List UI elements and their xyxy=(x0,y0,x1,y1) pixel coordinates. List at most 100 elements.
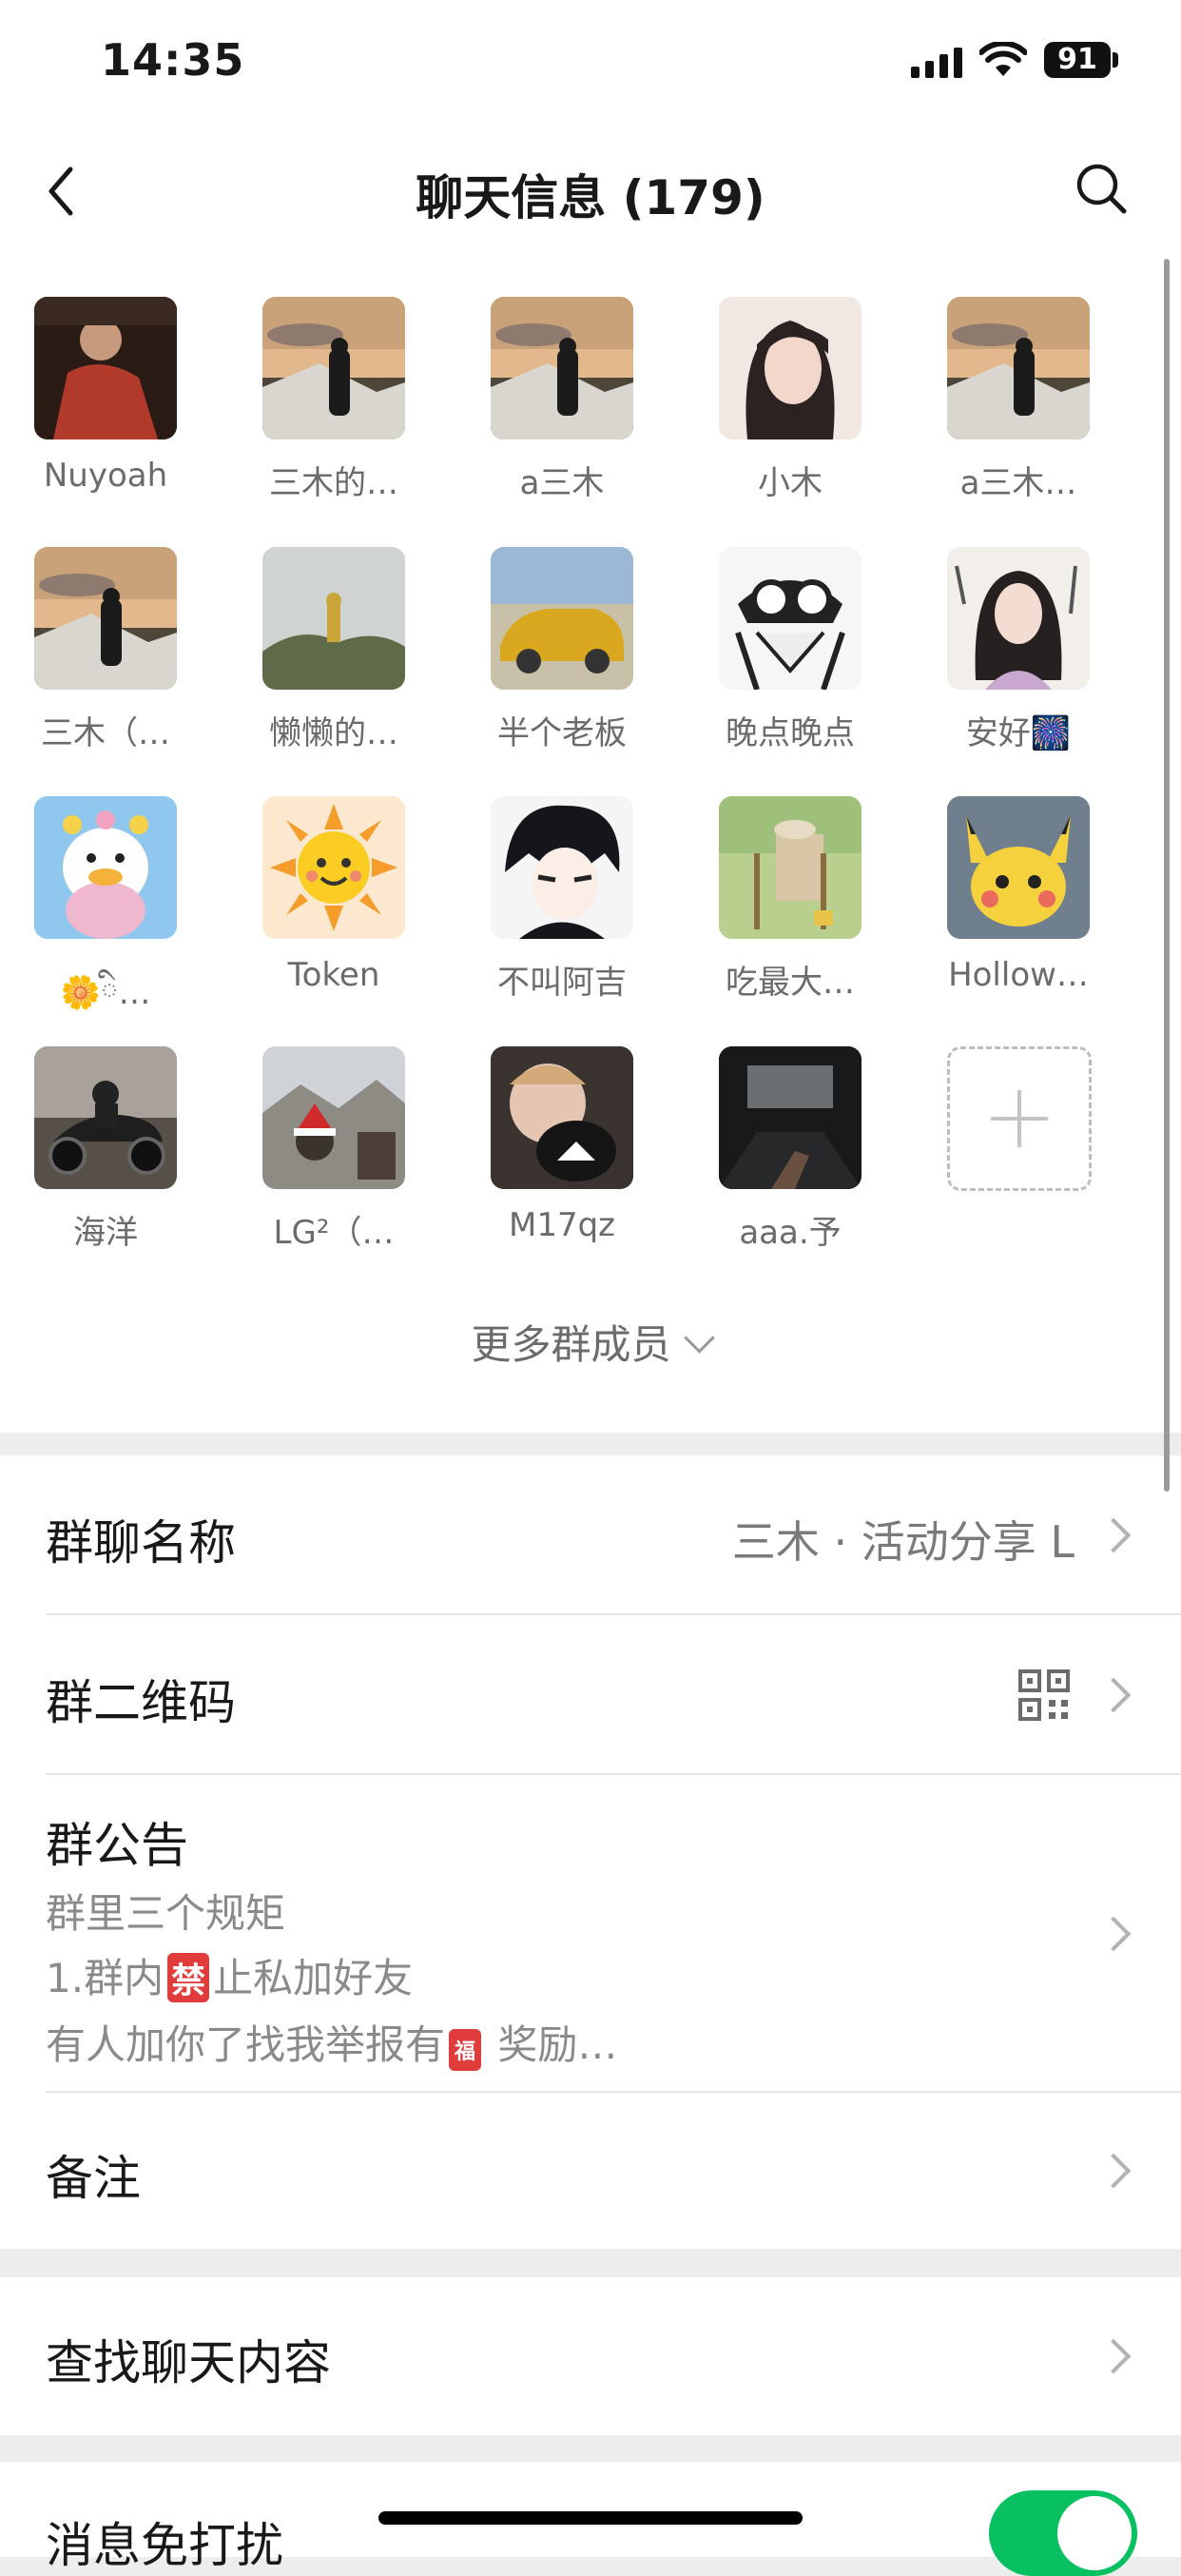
member-name: LG²（… xyxy=(273,1214,395,1252)
member-avatar[interactable] xyxy=(262,547,405,690)
mute-row: 消息免打扰 xyxy=(0,2462,1181,2576)
member-item[interactable]: a三木 xyxy=(456,297,656,516)
member-name: 半个老板 xyxy=(497,714,627,752)
red-envelope-icon: 福 xyxy=(449,2029,482,2071)
member-name: Nuyoah xyxy=(43,457,168,495)
notice-line-3-end: 奖励… xyxy=(485,2021,618,2068)
nav-bar: 聊天信息 (179) xyxy=(0,124,1181,257)
search-chat-label: 查找聊天内容 xyxy=(46,2335,331,2391)
prohibited-emoji-icon: 禁 xyxy=(167,1953,210,2002)
member-avatar[interactable] xyxy=(719,796,862,939)
wifi-icon xyxy=(979,42,1027,76)
mute-section: 消息免打扰 xyxy=(0,2462,1181,2576)
member-avatar[interactable] xyxy=(491,297,633,439)
group-name-row[interactable]: 群聊名称 三木 · 活动分享 L xyxy=(0,1455,1181,1615)
remark-label: 备注 xyxy=(46,2151,141,2206)
battery-tip xyxy=(1113,52,1118,68)
member-avatar[interactable] xyxy=(947,796,1090,939)
member-avatar[interactable] xyxy=(491,1046,633,1189)
member-grid-section: Nuyoah 三木的… a三木 小木 a三木… 三木（… 懒懒的… 半个老板 晚点晚点 安好🎆 🌼ི… xyxy=(0,257,1181,1433)
chevron-right-icon xyxy=(1095,1916,1132,1952)
page-title: 聊天信息 (179) xyxy=(416,170,765,225)
notice-line-2: 1.群内禁止私加好友 xyxy=(46,1946,413,2004)
chevron-right-icon xyxy=(1095,2153,1132,2189)
member-name: 吃最大… xyxy=(726,964,855,1002)
member-avatar[interactable] xyxy=(947,297,1090,439)
member-item[interactable]: 三木（… xyxy=(0,547,200,766)
member-avatar[interactable] xyxy=(262,297,405,439)
member-item[interactable]: 懒懒的… xyxy=(228,547,428,766)
member-avatar[interactable] xyxy=(34,1046,177,1189)
group-notice-label: 群公告 xyxy=(46,1818,188,1873)
group-name-label: 群聊名称 xyxy=(46,1515,236,1571)
chevron-down-icon xyxy=(683,1322,715,1354)
member-name: 安好🎆 xyxy=(965,714,1072,752)
member-item[interactable]: 海洋 xyxy=(0,1046,200,1265)
member-avatar[interactable] xyxy=(262,1046,405,1189)
group-qr-label: 群二维码 xyxy=(46,1675,236,1730)
member-name: 小木 xyxy=(758,464,823,502)
add-member-button[interactable] xyxy=(913,1046,1113,1265)
more-members-button[interactable]: 更多群成员 xyxy=(0,1313,1181,1371)
group-name-value: 三木 · 活动分享 L xyxy=(731,1516,1075,1568)
member-avatar[interactable] xyxy=(34,796,177,939)
group-settings-section: 群聊名称 三木 · 活动分享 L 群二维码 群公告 群里三个规矩 1.群内禁止私… xyxy=(0,1455,1181,2249)
member-item[interactable]: 半个老板 xyxy=(456,547,656,766)
member-name: 🌼ི… xyxy=(60,974,151,1012)
home-indicator[interactable] xyxy=(378,2511,803,2525)
mute-label: 消息免打扰 xyxy=(46,2518,283,2573)
member-avatar[interactable] xyxy=(719,297,862,439)
member-name: Token xyxy=(287,956,380,994)
member-item[interactable]: 吃最大… xyxy=(685,796,884,1015)
member-avatar[interactable] xyxy=(491,547,633,690)
member-name: a三木 xyxy=(519,464,605,502)
battery-icon: 91 xyxy=(1044,42,1111,78)
cellular-signal-icon xyxy=(911,48,962,78)
member-name: 三木的… xyxy=(269,464,398,502)
member-name: Hollow… xyxy=(948,956,1089,994)
member-avatar[interactable] xyxy=(262,796,405,939)
member-item[interactable]: Hollow… xyxy=(913,796,1113,1015)
member-name: 不叫阿吉 xyxy=(497,964,627,1002)
member-avatar[interactable] xyxy=(34,547,177,690)
member-item[interactable]: 🌼ི… xyxy=(0,796,200,1015)
member-name: 三木（… xyxy=(41,714,170,752)
notice-line-1: 群里三个规矩 xyxy=(46,1890,286,1937)
member-item[interactable]: a三木… xyxy=(913,297,1113,516)
member-item[interactable]: M17qz xyxy=(456,1046,656,1265)
plus-icon xyxy=(947,1046,1092,1191)
member-item[interactable]: 三木的… xyxy=(228,297,428,516)
status-time: 14:35 xyxy=(101,34,245,86)
scrollbar[interactable] xyxy=(1164,259,1170,1492)
member-avatar[interactable] xyxy=(719,547,862,690)
group-qr-row[interactable]: 群二维码 xyxy=(0,1615,1181,1775)
notice-line-3: 有人加你了找我举报有福 奖励… xyxy=(46,2013,617,2071)
member-item[interactable]: Nuyoah xyxy=(0,297,200,516)
member-avatar[interactable] xyxy=(947,547,1090,690)
notice-line-3-start: 有人加你了找我举报有 xyxy=(46,2021,446,2068)
mute-toggle[interactable] xyxy=(989,2490,1137,2576)
member-avatar[interactable] xyxy=(719,1046,862,1189)
chevron-right-icon xyxy=(1095,1677,1132,1713)
search-chat-row[interactable]: 查找聊天内容 xyxy=(0,2277,1181,2435)
member-avatar[interactable] xyxy=(491,796,633,939)
member-name: aaa.予 xyxy=(739,1214,842,1252)
chevron-right-icon xyxy=(1095,2338,1132,2374)
remark-row[interactable]: 备注 xyxy=(0,2093,1181,2249)
member-item[interactable]: 安好🎆 xyxy=(913,547,1113,766)
member-item[interactable]: Token xyxy=(228,796,428,1015)
member-item[interactable]: 晚点晚点 xyxy=(685,547,884,766)
member-item[interactable]: 不叫阿吉 xyxy=(456,796,656,1015)
member-item[interactable]: 小木 xyxy=(685,297,884,516)
member-name: 懒懒的… xyxy=(269,714,398,752)
more-members-label: 更多群成员 xyxy=(471,1321,671,1368)
member-item[interactable]: aaa.予 xyxy=(685,1046,884,1265)
member-name: a三木… xyxy=(959,464,1077,502)
member-avatar[interactable] xyxy=(34,297,177,439)
search-icon[interactable] xyxy=(1073,160,1130,217)
member-name: 晚点晚点 xyxy=(726,714,855,752)
status-bar: 14:35 91 xyxy=(0,0,1181,124)
member-name: M17qz xyxy=(508,1206,616,1244)
member-item[interactable]: LG²（… xyxy=(228,1046,428,1265)
group-notice-row[interactable]: 群公告 群里三个规矩 1.群内禁止私加好友 有人加你了找我举报有福 奖励… xyxy=(0,1775,1181,2091)
